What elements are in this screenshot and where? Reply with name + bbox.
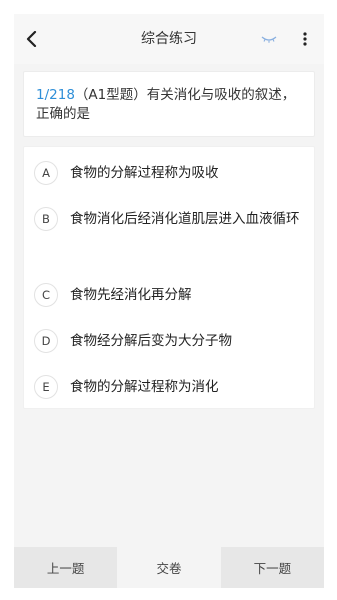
- option-e[interactable]: E 食物的分解过程称为消化: [34, 375, 310, 401]
- option-letter: C: [34, 283, 58, 307]
- more-button[interactable]: [295, 28, 315, 50]
- chevron-left-icon: [26, 31, 37, 47]
- option-letter: D: [34, 329, 58, 353]
- option-d[interactable]: D 食物经分解后变为大分子物: [34, 329, 310, 355]
- option-text: 食物的分解过程称为消化: [70, 379, 219, 395]
- page-title: 综合练习: [141, 31, 197, 47]
- bottom-action-bar: 上一题 交卷 下一题: [14, 547, 324, 588]
- eye-toggle-button[interactable]: [259, 31, 279, 47]
- option-c[interactable]: C 食物先经消化再分解: [34, 283, 310, 309]
- options-list: A 食物的分解过程称为吸收 B 食物消化后经消化道肌层进入血液循环 C 食物先经…: [23, 146, 315, 409]
- option-text: 食物的分解过程称为吸收: [70, 165, 219, 181]
- back-button[interactable]: [20, 26, 44, 52]
- option-text: 食物消化后经消化道肌层进入血液循环: [70, 211, 300, 227]
- option-a[interactable]: A 食物的分解过程称为吸收: [34, 161, 310, 187]
- option-letter: E: [34, 375, 58, 399]
- option-text: 食物经分解后变为大分子物: [70, 333, 232, 349]
- next-question-button[interactable]: 下一题: [220, 547, 324, 588]
- eye-closed-icon: [261, 36, 277, 43]
- option-b[interactable]: B 食物消化后经消化道肌层进入血液循环: [34, 207, 310, 233]
- question-card: 1/218（A1型题）有关消化与吸收的叙述，正确的是: [23, 71, 315, 137]
- option-letter: A: [34, 161, 58, 185]
- option-text: 食物先经消化再分解: [70, 287, 192, 303]
- submit-exam-button[interactable]: 交卷: [117, 547, 221, 588]
- top-nav-bar: 综合练习: [14, 14, 324, 64]
- app-screen: 综合练习 1/218（A1型题）有关消化与吸收的叙述，正确的是 A 食物的分解过…: [14, 14, 324, 588]
- question-text: （A1型题）有关消化与吸收的叙述，正确的是: [36, 87, 296, 122]
- more-vertical-icon: [303, 32, 307, 46]
- prev-question-button[interactable]: 上一题: [14, 547, 118, 588]
- option-letter: B: [34, 207, 58, 231]
- question-index: 1/218: [36, 87, 75, 103]
